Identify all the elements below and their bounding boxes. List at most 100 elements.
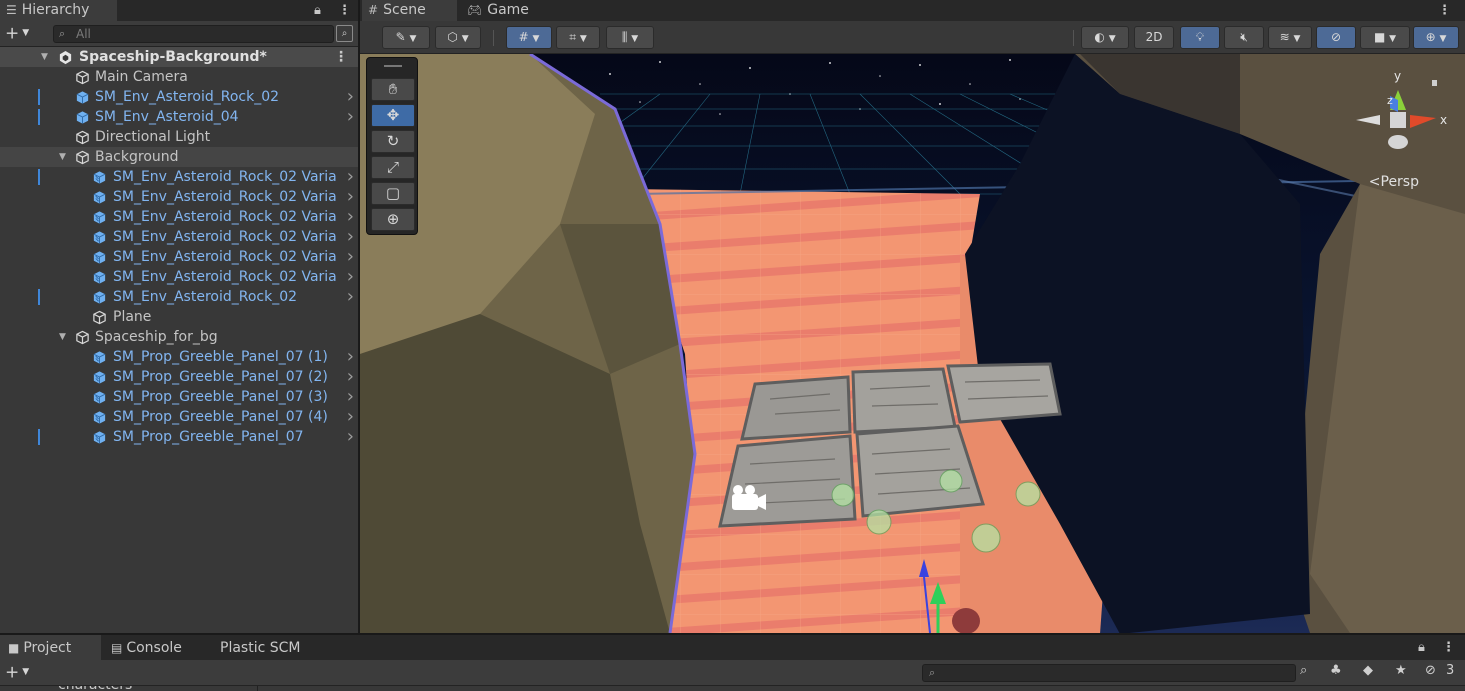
projection-toggle[interactable]: <Persp	[1369, 174, 1419, 190]
open-prefab-chevron-icon[interactable]: ›	[347, 107, 354, 127]
gizmo-z-label: z	[1387, 94, 1393, 107]
search-by-type-icon[interactable]: ⌕	[336, 25, 353, 42]
gameobject-icon	[76, 130, 89, 145]
tab-menu-kebab-icon[interactable]: ⋮	[1442, 637, 1455, 658]
foldout-arrow-icon[interactable]: ▼	[59, 327, 66, 347]
hand-tool-button[interactable]: ✋︎	[371, 78, 415, 101]
search-options-icon[interactable]: ⌕	[1300, 663, 1307, 678]
tab-game[interactable]: 🎮︎ Game	[461, 0, 551, 21]
project-folder-label[interactable]: characters	[58, 686, 132, 691]
tab-hierarchy[interactable]: ☰ Hierarchy	[0, 0, 117, 21]
project-search-input[interactable]: ⌕	[922, 664, 1296, 682]
hierarchy-row[interactable]: SM_Env_Asteroid_Rock_02 ›	[0, 87, 358, 107]
open-prefab-chevron-icon[interactable]: ›	[347, 247, 354, 267]
hierarchy-row[interactable]: SM_Prop_Greeble_Panel_07 (1) ›	[0, 347, 358, 367]
audio-toggle-button[interactable]: 🔇︎	[1224, 26, 1264, 49]
tab-console[interactable]: ▤ Console	[103, 635, 190, 660]
increment-snap-button[interactable]: ⌗ ▼	[556, 26, 600, 49]
scene-root-row[interactable]: ▼ Spaceship-Background* ⋮	[0, 47, 358, 67]
filter-by-type-icon[interactable]: ♣	[1330, 663, 1342, 678]
open-prefab-chevron-icon[interactable]: ›	[347, 407, 354, 427]
open-prefab-chevron-icon[interactable]: ›	[347, 207, 354, 227]
gizmos-button[interactable]: ⊕ ▼	[1413, 26, 1459, 49]
open-prefab-chevron-icon[interactable]: ›	[347, 367, 354, 387]
tab-project[interactable]: ■ Project	[0, 635, 101, 660]
scene-visibility-button[interactable]: ⊘	[1316, 26, 1356, 49]
hierarchy-row[interactable]: SM_Prop_Greeble_Panel_07 (2) ›	[0, 367, 358, 387]
camera-settings-button[interactable]: ■ ▼	[1360, 26, 1410, 49]
open-prefab-chevron-icon[interactable]: ›	[347, 167, 354, 187]
greeble-panel-4	[718, 434, 857, 528]
open-prefab-chevron-icon[interactable]: ›	[347, 187, 354, 207]
transform-tool-button[interactable]: ⊕	[371, 208, 415, 231]
move-tool-button[interactable]: ✥	[371, 104, 415, 127]
scene-render[interactable]	[360, 54, 1465, 633]
rect-tool-button[interactable]: ▢	[371, 182, 415, 205]
hierarchy-row[interactable]: SM_Prop_Greeble_Panel_07 (4) ›	[0, 407, 358, 427]
hierarchy-row[interactable]: Directional Light	[0, 127, 358, 147]
foldout-arrow-icon[interactable]: ▼	[59, 147, 66, 167]
gizmo-center-cube[interactable]	[1390, 112, 1406, 128]
open-prefab-chevron-icon[interactable]: ›	[347, 427, 354, 447]
hierarchy-row-label: Spaceship-Background*	[79, 49, 267, 65]
open-prefab-chevron-icon[interactable]: ›	[347, 227, 354, 247]
shading-mode-button[interactable]: ◐ ▼	[1081, 26, 1129, 49]
lock-icon[interactable]: 🔒︎	[314, 0, 321, 21]
hidden-packages-icon[interactable]: ⊘	[1425, 663, 1436, 678]
scene-viewport[interactable]: ✋︎ ✥ ↻ ⤢ ▢ ⊕ y z x <Persp	[360, 54, 1465, 633]
prefab-icon	[76, 91, 89, 104]
hierarchy-row[interactable]: SM_Prop_Greeble_Panel_07 (3) ›	[0, 387, 358, 407]
hierarchy-row[interactable]: SM_Env_Asteroid_Rock_02 Varia ›	[0, 227, 358, 247]
draw-mode-button[interactable]: ✎ ▼	[382, 26, 430, 49]
hierarchy-row[interactable]: SM_Env_Asteroid_Rock_02 Varia ›	[0, 247, 358, 267]
hierarchy-search-input[interactable]: ⌕ All	[53, 25, 334, 43]
grid-visibility-button[interactable]: ⫼ ▼	[606, 26, 654, 49]
open-prefab-chevron-icon[interactable]: ›	[347, 287, 354, 307]
open-prefab-chevron-icon[interactable]: ›	[347, 267, 354, 287]
create-asset-button[interactable]: + ▼	[5, 664, 29, 682]
rotate-tool-button[interactable]: ↻	[371, 130, 415, 153]
hierarchy-row[interactable]: SM_Env_Asteroid_Rock_02 Varia ›	[0, 207, 358, 227]
hierarchy-row[interactable]: ▼ Spaceship_for_bg	[0, 327, 358, 347]
grid-snapping-button[interactable]: # ▼	[506, 26, 552, 49]
drag-handle-icon[interactable]	[384, 65, 402, 67]
foldout-arrow-icon[interactable]: ▼	[41, 47, 48, 67]
open-prefab-chevron-icon[interactable]: ›	[347, 387, 354, 407]
hierarchy-row[interactable]: SM_Env_Asteroid_04 ›	[0, 107, 358, 127]
open-prefab-chevron-icon[interactable]: ›	[347, 347, 354, 367]
hierarchy-row[interactable]: SM_Env_Asteroid_Rock_02 ›	[0, 287, 358, 307]
tab-scene[interactable]: # Scene	[362, 0, 457, 21]
hierarchy-row[interactable]: Main Camera	[0, 67, 358, 87]
scene-kebab-icon[interactable]: ⋮	[334, 47, 348, 67]
gizmo-x-cone[interactable]	[1410, 115, 1436, 128]
gizmo-lock-icon[interactable]	[1432, 80, 1437, 86]
hierarchy-row[interactable]: Plane	[0, 307, 358, 327]
prefab-icon	[76, 111, 89, 124]
hierarchy-row[interactable]: ▼ Background	[0, 147, 358, 167]
hierarchy-row[interactable]: SM_Env_Asteroid_Rock_02 Varia ›	[0, 267, 358, 287]
scene-menu-kebab-icon[interactable]: ⋮	[1438, 0, 1451, 21]
create-button[interactable]: + ▼	[5, 25, 29, 43]
effects-toggle-button[interactable]: ≋ ▼	[1268, 26, 1312, 49]
lock-icon[interactable]: 🔒︎	[1418, 637, 1425, 658]
scale-tool-button[interactable]: ⤢	[371, 156, 415, 179]
prefab-variant-icon	[93, 271, 106, 284]
console-icon: ▤	[111, 641, 123, 655]
hierarchy-row[interactable]: SM_Env_Asteroid_Rock_02 Varia ›	[0, 187, 358, 207]
toggle-2d-button[interactable]: 2D	[1134, 26, 1174, 49]
brush-icon: ✎	[395, 30, 406, 44]
open-prefab-chevron-icon[interactable]: ›	[347, 87, 354, 107]
tab-menu-kebab-icon[interactable]: ⋮	[338, 0, 351, 21]
gizmo-neg-x-cone[interactable]	[1356, 115, 1380, 125]
filter-by-label-icon[interactable]: ◆	[1363, 663, 1373, 678]
lighting-toggle-button[interactable]: 💡︎	[1180, 26, 1220, 49]
hierarchy-row-label: Spaceship_for_bg	[95, 329, 218, 345]
hierarchy-row[interactable]: SM_Env_Asteroid_Rock_02 Varia ›	[0, 167, 358, 187]
orientation-gizmo[interactable]: y z x	[1350, 60, 1458, 160]
gizmo-neg-y-cone[interactable]	[1388, 135, 1408, 149]
hierarchy-row[interactable]: SM_Prop_Greeble_Panel_07 ›	[0, 427, 358, 447]
render-mode-button[interactable]: ⬡ ▼	[435, 26, 481, 49]
tab-plastic-scm[interactable]: Plastic SCM	[212, 635, 308, 660]
favorites-star-icon[interactable]: ★	[1395, 663, 1407, 678]
hierarchy-row-label: SM_Env_Asteroid_Rock_02 Varia	[113, 269, 337, 285]
